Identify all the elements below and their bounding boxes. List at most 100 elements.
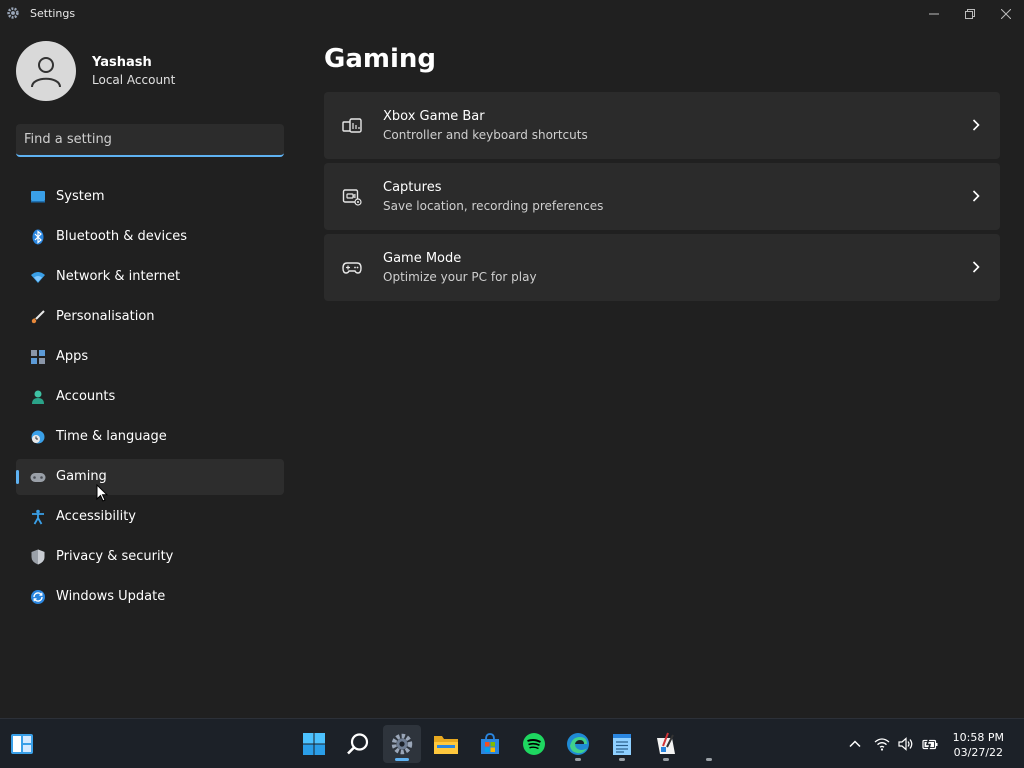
running-indicator [663,758,669,761]
settings-cards: Xbox Game Bar Controller and keyboard sh… [324,92,1000,305]
clock-date: 03/27/22 [953,746,1004,759]
sidebar-item-apps[interactable]: Apps [16,339,284,375]
clock-time: 10:58 PM [952,731,1004,744]
sidebar-item-windows-update[interactable]: Windows Update [16,579,284,615]
game-bar-icon [342,118,362,133]
widgets-icon [11,734,33,754]
chevron-right-icon [972,190,980,202]
profile-name: Yashash [92,55,152,70]
sidebar-item-network[interactable]: Network & internet [16,259,284,295]
paint-button[interactable] [647,725,685,763]
taskbar-search-button[interactable] [339,725,377,763]
person-icon [32,390,44,404]
window-title: Settings [30,7,76,20]
battery-icon[interactable] [922,736,938,752]
search-icon [347,733,369,755]
monitor-icon [31,191,45,203]
edge-icon [567,733,589,755]
sidebar-item-label: Time & language [56,429,167,444]
sidebar-item-time-language[interactable]: Time & language [16,419,284,455]
running-indicator [395,758,409,761]
sidebar-item-label: Accounts [56,389,116,404]
file-explorer-icon [434,736,458,754]
close-icon [1001,9,1011,19]
card-subtitle: Save location, recording preferences [383,199,604,213]
card-title: Xbox Game Bar [383,109,485,124]
title-bar: Settings [0,0,1024,28]
spotify-button[interactable] [515,725,553,763]
volume-icon[interactable] [898,736,914,752]
start-icon [303,733,325,755]
file-explorer-button[interactable] [427,725,465,763]
sidebar: Yashash Local Account System Bluetooth &… [0,28,300,718]
sidebar-item-label: Gaming [56,469,107,484]
running-indicator [619,758,625,761]
wifi-icon [31,272,45,283]
card-title: Captures [383,180,442,195]
sidebar-item-label: Bluetooth & devices [56,229,187,244]
sidebar-item-system[interactable]: System [16,179,284,215]
captures-card[interactable]: Captures Save location, recording prefer… [324,163,1000,230]
capture-icon [342,189,362,206]
page-title: Gaming [324,44,437,74]
sidebar-item-label: Network & internet [56,269,181,284]
wifi-icon[interactable] [874,736,890,752]
minimize-button[interactable] [916,0,952,28]
card-title: Game Mode [383,251,462,266]
mouse-cursor-icon [96,484,108,502]
person-icon [31,57,61,88]
chevron-right-icon [972,119,980,131]
bluetooth-icon [32,229,44,245]
restore-button[interactable] [952,0,988,28]
update-icon [31,590,45,604]
minimize-icon [929,13,939,15]
search-box[interactable] [16,124,284,157]
settings-icon [7,7,19,19]
sidebar-item-gaming[interactable]: Gaming [16,459,284,495]
sidebar-item-privacy-security[interactable]: Privacy & security [16,539,284,575]
globe-clock-icon [31,430,45,444]
store-icon [481,733,499,754]
chevron-right-icon [972,261,980,273]
start-button[interactable] [295,725,333,763]
sidebar-item-label: Personalisation [56,309,155,324]
taskbar-settings-button[interactable] [383,725,421,763]
sidebar-nav: System Bluetooth & devices Network & int… [16,179,284,619]
gamepad-icon [30,473,46,482]
sidebar-item-label: Privacy & security [56,549,174,564]
running-indicator [575,758,581,761]
widgets-button[interactable] [3,725,41,763]
sidebar-item-personalisation[interactable]: Personalisation [16,299,284,335]
search-input[interactable] [16,124,284,155]
taskbar-clock[interactable]: 10:58 PM 03/27/22 [953,730,1004,760]
sidebar-item-bluetooth[interactable]: Bluetooth & devices [16,219,284,255]
profile[interactable]: Yashash Local Account [16,41,175,101]
settings-icon [391,733,413,755]
card-subtitle: Optimize your PC for play [383,270,537,284]
game-mode-card[interactable]: Game Mode Optimize your PC for play [324,234,1000,301]
close-button[interactable] [988,0,1024,28]
xbox-game-bar-card[interactable]: Xbox Game Bar Controller and keyboard sh… [324,92,1000,159]
edge-button[interactable] [559,725,597,763]
accessibility-icon [32,509,44,525]
running-indicator [706,758,712,761]
sidebar-item-label: Windows Update [56,589,166,604]
sidebar-item-label: Apps [56,349,89,364]
restore-icon [965,9,975,19]
spotify-icon [523,733,545,755]
sidebar-item-accounts[interactable]: Accounts [16,379,284,415]
notepad-icon [613,734,631,755]
apps-icon [31,350,45,364]
notepad-button[interactable] [603,725,641,763]
gamepad-icon [342,262,362,274]
sidebar-item-label: Accessibility [56,509,136,524]
avatar [16,41,76,101]
brush-icon [31,310,45,324]
store-button[interactable] [471,725,509,763]
taskbar-empty-slot [691,725,727,763]
card-subtitle: Controller and keyboard shortcuts [383,128,588,142]
paint-icon [657,732,675,754]
chevron-up-icon[interactable] [847,736,863,752]
sidebar-item-accessibility[interactable]: Accessibility [16,499,284,535]
profile-account-type: Local Account [92,73,176,87]
